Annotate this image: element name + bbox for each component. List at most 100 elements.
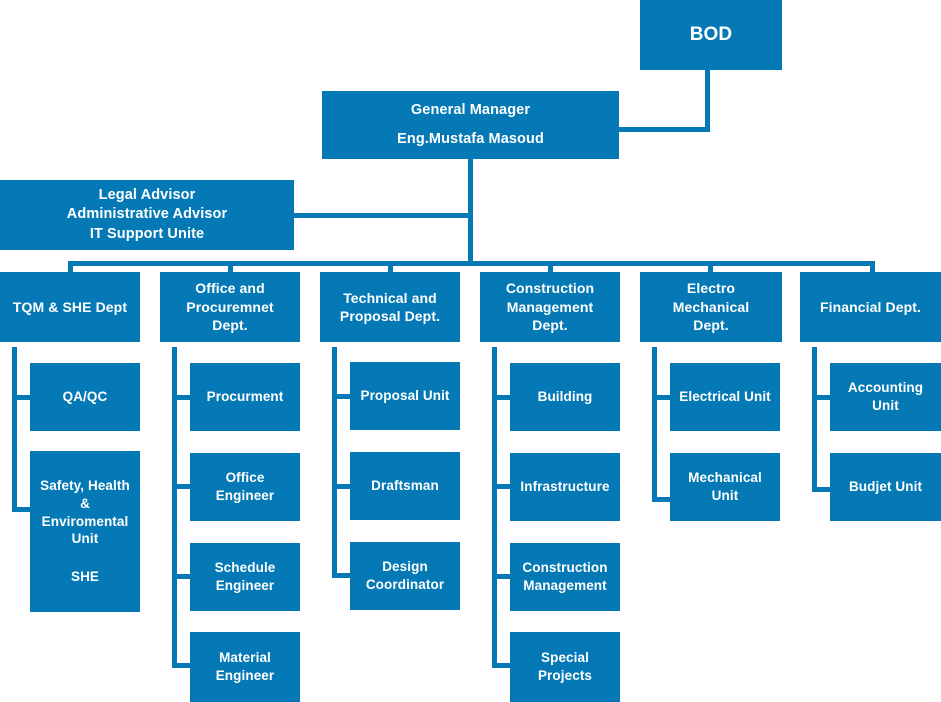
node-unit-electrical-unit[interactable]: Electrical Unit — [670, 363, 780, 431]
connector-bod-to-gm — [619, 127, 710, 132]
node-unit-safety-abbrev: SHE — [70, 569, 100, 585]
node-unit-office-engineer[interactable]: Office Engineer — [190, 453, 300, 521]
connector-stub-design-coordinator — [332, 573, 350, 578]
node-unit-electrical-unit-line-1: Electrical Unit — [679, 389, 771, 405]
node-unit-schedule-engineer-line-1: Schedule — [214, 560, 276, 576]
node-unit-accounting-unit-line-2: Unit — [872, 398, 899, 413]
node-unit-draftsman[interactable]: Draftsman — [350, 452, 460, 520]
node-unit-safety-line-1: Safety, Health & — [40, 477, 130, 511]
connector-bod-down — [705, 70, 710, 132]
node-unit-mechanical-unit[interactable]: Mechanical Unit — [670, 453, 780, 521]
node-dept-construction-management-line-1: Construction — [505, 280, 595, 297]
connector-stub-she — [12, 507, 30, 512]
node-unit-special-projects[interactable]: Special Projects — [510, 632, 620, 702]
node-unit-schedule-engineer-line-2: Engineer — [215, 578, 275, 593]
node-unit-building-line-1: Building — [537, 389, 593, 405]
node-unit-construction-management-unit[interactable]: Construction Management — [510, 543, 620, 611]
node-bod[interactable]: BOD — [640, 0, 782, 70]
org-chart: BOD General Manager Eng.Mustafa Masoud L… — [0, 0, 941, 702]
connector-stub-material-engineer — [172, 663, 190, 668]
node-dept-construction-management-line-2: Management — [506, 298, 594, 315]
node-bod-label: BOD — [689, 24, 733, 46]
node-dept-tqm-she[interactable]: TQM & SHE Dept — [0, 272, 140, 342]
node-unit-design-coordinator[interactable]: Design Coordinator — [350, 542, 460, 610]
connector-stub-accounting-unit — [812, 395, 830, 400]
connector-advisors-to-gm — [294, 213, 473, 218]
node-unit-schedule-engineer[interactable]: Schedule Engineer — [190, 543, 300, 611]
node-unit-office-engineer-line-2: Engineer — [215, 488, 275, 503]
node-advisors-line-3: IT Support Unite — [89, 225, 205, 242]
node-unit-material-engineer[interactable]: Material Engineer — [190, 632, 300, 702]
node-unit-material-engineer-line-1: Material — [219, 650, 271, 666]
connector-stub-qaqc — [12, 395, 30, 400]
node-unit-qa-qc-line-1: QA/QC — [62, 389, 108, 405]
connector-stub-draftsman — [332, 484, 350, 489]
node-dept-financial[interactable]: Financial Dept. — [800, 272, 941, 342]
connector-spine-col1 — [12, 347, 17, 512]
node-dept-electro-mechanical-line-1: Electro — [686, 280, 736, 297]
connector-stub-procurment — [172, 395, 190, 400]
connector-stub-infrastructure — [492, 484, 510, 489]
node-unit-mechanical-unit-line-1: Mechanical — [688, 470, 762, 486]
node-dept-office-procurement-line-3: Dept. — [212, 317, 248, 334]
connector-department-bus — [68, 261, 875, 266]
node-unit-procurment[interactable]: Procurment — [190, 363, 300, 431]
node-dept-technical-proposal[interactable]: Technical and Proposal Dept. — [320, 272, 460, 342]
connector-stub-special-projects — [492, 663, 510, 668]
node-unit-proposal-unit-line-1: Proposal Unit — [360, 388, 450, 404]
node-unit-construction-management-unit-line-1: Construction — [522, 560, 608, 576]
node-unit-procurment-line-1: Procurment — [206, 389, 284, 405]
node-unit-accounting-unit[interactable]: Accounting Unit — [830, 363, 941, 431]
node-advisors-line-1: Legal Advisor — [98, 187, 196, 204]
node-dept-tqm-she-line-1: TQM & SHE Dept — [12, 298, 128, 315]
connector-spine-col3 — [332, 347, 337, 578]
node-general-manager-name: Eng.Mustafa Masoud — [397, 131, 544, 147]
node-unit-infrastructure[interactable]: Infrastructure — [510, 453, 620, 521]
node-unit-proposal-unit[interactable]: Proposal Unit — [350, 362, 460, 430]
node-unit-safety-line-2: Enviromental — [41, 513, 129, 529]
node-dept-construction-management[interactable]: Construction Management Dept. — [480, 272, 620, 342]
node-unit-safety-line-3: Unit — [71, 531, 99, 547]
node-general-manager[interactable]: General Manager Eng.Mustafa Masoud — [322, 91, 619, 159]
connector-stub-office-engineer — [172, 484, 190, 489]
connector-stub-mechanical-unit — [652, 497, 670, 502]
node-unit-budjet-unit[interactable]: Budjet Unit — [830, 453, 941, 521]
connector-spine-col5 — [652, 347, 657, 502]
node-unit-budjet-unit-line-1: Budjet Unit — [848, 479, 923, 495]
node-dept-office-procurement-line-1: Office and — [195, 280, 265, 297]
node-unit-design-coordinator-line-1: Design — [382, 559, 428, 575]
node-unit-accounting-unit-line-1: Accounting — [847, 380, 924, 396]
node-unit-material-engineer-line-2: Engineer — [215, 668, 275, 683]
node-unit-office-engineer-line-1: Office — [225, 470, 265, 486]
connector-stub-electrical-unit — [652, 395, 670, 400]
node-unit-special-projects-line-1: Special — [541, 650, 589, 666]
node-unit-construction-management-unit-line-2: Management — [523, 578, 607, 593]
node-dept-construction-management-line-3: Dept. — [532, 317, 568, 334]
node-unit-building[interactable]: Building — [510, 363, 620, 431]
connector-stub-schedule-engineer — [172, 574, 190, 579]
node-unit-design-coordinator-line-2: Coordinator — [365, 577, 445, 592]
node-dept-office-procurement-line-2: Procuremnet — [186, 298, 274, 315]
connector-gm-down — [468, 159, 473, 264]
node-advisors[interactable]: Legal Advisor Administrative Advisor IT … — [0, 180, 294, 250]
connector-stub-building — [492, 395, 510, 400]
node-general-manager-title: General Manager — [410, 101, 531, 118]
connector-spine-col6 — [812, 347, 817, 492]
node-dept-office-procurement[interactable]: Office and Procuremnet Dept. — [160, 272, 300, 342]
node-dept-technical-proposal-line-2: Proposal Dept. — [339, 308, 441, 324]
node-dept-electro-mechanical-line-3: Dept. — [693, 317, 729, 334]
node-dept-electro-mechanical[interactable]: Electro Mechanical Dept. — [640, 272, 782, 342]
node-unit-qa-qc[interactable]: QA/QC — [30, 363, 140, 431]
connector-stub-construction-management-unit — [492, 574, 510, 579]
node-advisors-line-2: Administrative Advisor — [66, 206, 228, 223]
node-unit-infrastructure-line-1: Infrastructure — [520, 479, 610, 495]
connector-stub-budjet-unit — [812, 487, 830, 492]
node-dept-technical-proposal-line-1: Technical and — [343, 289, 437, 306]
connector-stub-proposal-unit — [332, 394, 350, 399]
node-dept-electro-mechanical-line-2: Mechanical — [672, 298, 750, 315]
node-unit-draftsman-line-1: Draftsman — [371, 478, 439, 494]
node-dept-financial-line-1: Financial Dept. — [819, 298, 922, 315]
node-unit-mechanical-unit-line-2: Unit — [711, 488, 739, 503]
node-unit-special-projects-line-2: Projects — [537, 668, 593, 683]
node-unit-safety-health-environmental[interactable]: Safety, Health & Enviromental Unit SHE — [30, 451, 140, 612]
